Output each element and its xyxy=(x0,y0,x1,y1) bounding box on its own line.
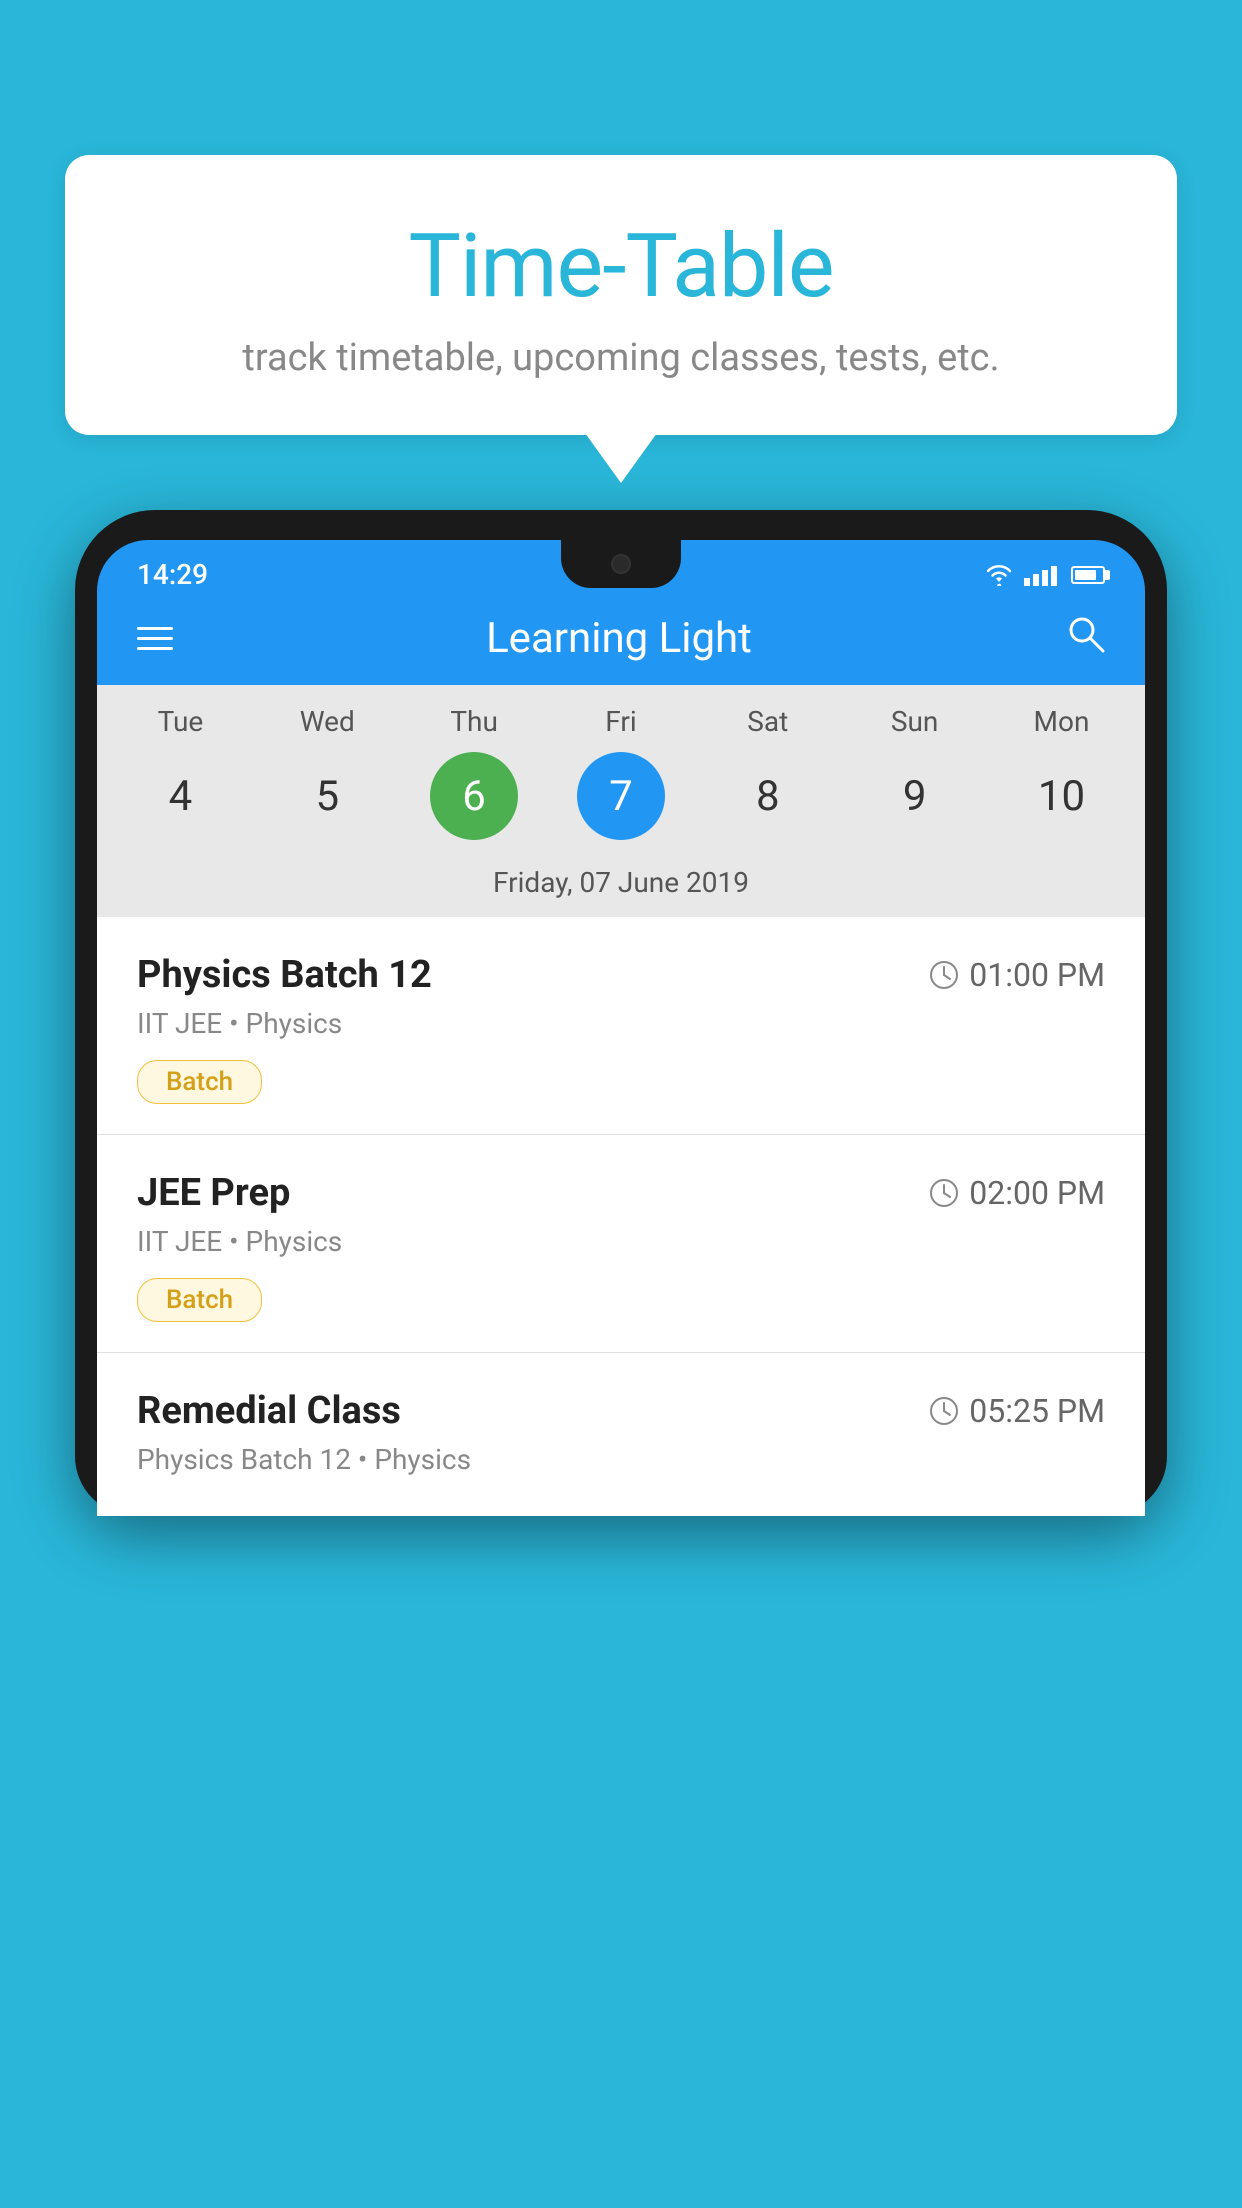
day-number: 4 xyxy=(136,752,224,840)
day-label: Thu xyxy=(450,705,498,738)
schedule-item[interactable]: JEE Prep 02:00 PM IIT JEE • Physics Batch xyxy=(97,1135,1145,1353)
bubble-title: Time-Table xyxy=(105,215,1137,318)
schedule-time: 01:00 PM xyxy=(929,956,1105,994)
calendar-day-fri[interactable]: Fri 7 xyxy=(556,705,686,850)
camera-dot xyxy=(611,554,631,574)
schedule-item[interactable]: Physics Batch 12 01:00 PM IIT JEE • Physic… xyxy=(97,917,1145,1135)
speech-bubble: Time-Table track timetable, upcoming cla… xyxy=(65,155,1177,435)
schedule-name: Physics Batch 12 xyxy=(137,953,432,997)
schedule-item-header: Physics Batch 12 01:00 PM xyxy=(137,953,1105,997)
day-number: 5 xyxy=(283,752,371,840)
schedule-name: Remedial Class xyxy=(137,1389,401,1433)
wifi-icon xyxy=(984,564,1014,586)
day-number: 10 xyxy=(1017,752,1105,840)
day-number: 6 xyxy=(430,752,518,840)
day-number: 8 xyxy=(724,752,812,840)
day-label: Sun xyxy=(891,705,939,738)
search-icon[interactable] xyxy=(1065,613,1105,663)
speech-bubble-container: Time-Table track timetable, upcoming cla… xyxy=(65,155,1177,435)
clock-icon xyxy=(929,960,959,990)
day-label: Wed xyxy=(300,705,355,738)
schedule-name: JEE Prep xyxy=(137,1171,290,1215)
notch xyxy=(561,540,681,588)
batch-tag: Batch xyxy=(137,1278,262,1322)
schedule-list: Physics Batch 12 01:00 PM IIT JEE • Physic… xyxy=(97,917,1145,1516)
calendar-day-wed[interactable]: Wed 5 xyxy=(262,705,392,850)
selected-date-label: Friday, 07 June 2019 xyxy=(97,850,1145,917)
status-time: 14:29 xyxy=(137,558,208,591)
clock-icon xyxy=(929,1396,959,1426)
calendar-day-sun[interactable]: Sun 9 xyxy=(850,705,980,850)
bubble-subtitle: track timetable, upcoming classes, tests… xyxy=(105,336,1137,380)
schedule-meta: IIT JEE • Physics xyxy=(137,1007,1105,1040)
schedule-time: 05:25 PM xyxy=(929,1392,1105,1430)
calendar-day-mon[interactable]: Mon 10 xyxy=(996,705,1126,850)
schedule-time: 02:00 PM xyxy=(929,1174,1105,1212)
phone-screen: Learning Light Tue4Wed5Thu6Fri7Sat8Sun9M… xyxy=(97,591,1145,1516)
day-number: 9 xyxy=(871,752,959,840)
day-number: 7 xyxy=(577,752,665,840)
phone-container: 14:29 xyxy=(75,510,1167,2208)
phone-frame: 14:29 xyxy=(75,510,1167,1516)
clock-icon xyxy=(929,1178,959,1208)
signal-icon xyxy=(1024,564,1057,586)
schedule-item-header: JEE Prep 02:00 PM xyxy=(137,1171,1105,1215)
day-row: Tue 4 Wed 5 Thu 6 Fri 7 Sat 8 Sun 9 Mon 10 xyxy=(97,705,1145,850)
day-label: Sat xyxy=(747,705,788,738)
battery-icon xyxy=(1071,566,1105,584)
hamburger-icon[interactable] xyxy=(137,627,173,650)
day-label: Tue xyxy=(158,705,204,738)
calendar-day-tue[interactable]: Tue 4 xyxy=(115,705,245,850)
app-header: Learning Light xyxy=(97,591,1145,685)
status-bar: 14:29 xyxy=(97,540,1145,591)
day-label: Mon xyxy=(1034,705,1090,738)
schedule-item[interactable]: Remedial Class 05:25 PM Physics Batch 12 •… xyxy=(97,1353,1145,1516)
batch-tag: Batch xyxy=(137,1060,262,1104)
calendar-day-thu[interactable]: Thu 6 xyxy=(409,705,539,850)
status-icons xyxy=(984,564,1105,586)
calendar-day-sat[interactable]: Sat 8 xyxy=(703,705,833,850)
schedule-item-header: Remedial Class 05:25 PM xyxy=(137,1389,1105,1433)
calendar-strip: Tue 4 Wed 5 Thu 6 Fri 7 Sat 8 Sun 9 Mon 10 Friday, 07… xyxy=(97,685,1145,917)
schedule-meta: Physics Batch 12 • Physics xyxy=(137,1443,1105,1476)
app-title: Learning Light xyxy=(173,614,1065,663)
day-label: Fri xyxy=(605,705,636,738)
schedule-meta: IIT JEE • Physics xyxy=(137,1225,1105,1258)
